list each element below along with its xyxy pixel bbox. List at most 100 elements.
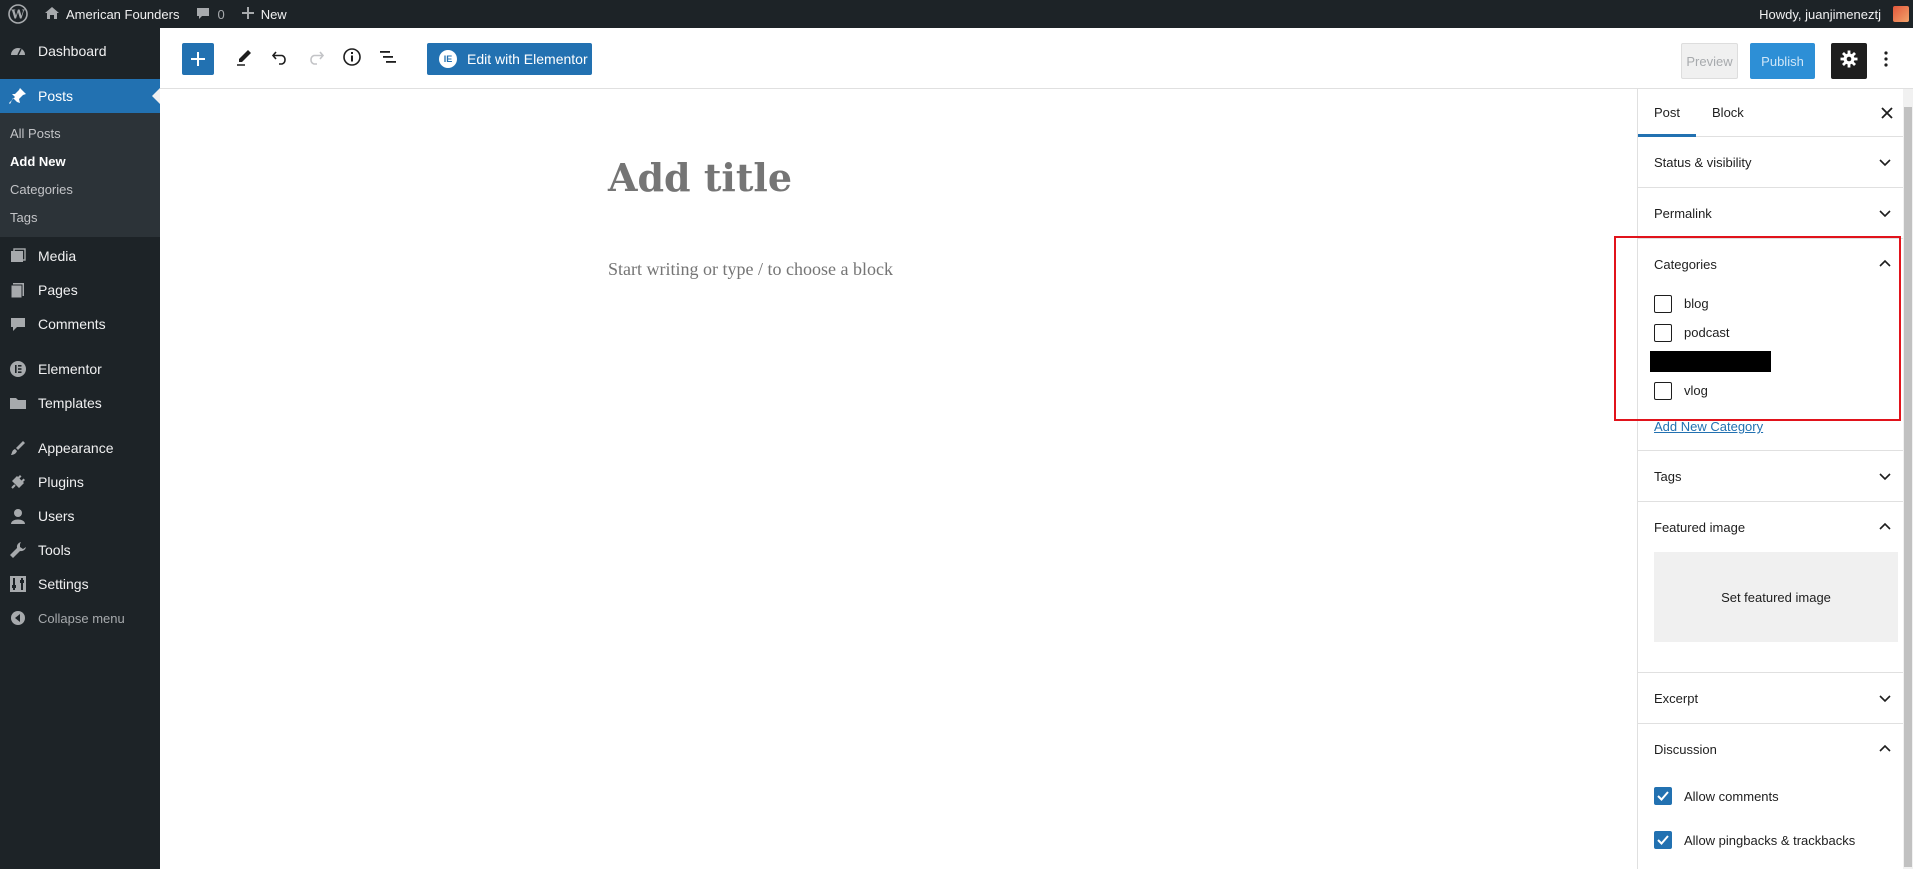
- list-view-button[interactable]: [373, 44, 403, 74]
- folder-icon: [8, 393, 28, 413]
- comments-link[interactable]: 0: [187, 0, 232, 28]
- panel-excerpt[interactable]: Excerpt: [1638, 673, 1913, 724]
- panel-tags[interactable]: Tags: [1638, 451, 1913, 502]
- category-checkbox-podcast[interactable]: [1654, 323, 1672, 342]
- category-item-vlog[interactable]: vlog: [1654, 376, 1897, 405]
- checkmark-icon: [1657, 835, 1669, 845]
- redo-button[interactable]: [301, 44, 331, 74]
- menu-label-templates: Templates: [38, 395, 102, 411]
- chevron-down-icon: [1879, 473, 1891, 481]
- submenu-tags[interactable]: Tags: [0, 203, 160, 231]
- categories-panel-toggle[interactable]: Categories: [1638, 239, 1913, 289]
- comments-icon: [8, 314, 28, 334]
- scrollbar-thumb[interactable]: [1904, 107, 1912, 867]
- menu-item-templates[interactable]: Templates: [0, 386, 160, 420]
- panel-title-excerpt: Excerpt: [1654, 690, 1699, 706]
- add-new-category-link[interactable]: Add New Category: [1654, 419, 1763, 434]
- close-icon[interactable]: [1881, 103, 1893, 124]
- edit-with-elementor-label: Edit with Elementor: [467, 51, 588, 67]
- redacted-category-item: [1650, 351, 1771, 372]
- sidebar-scrollbar[interactable]: [1903, 89, 1913, 869]
- new-content-link[interactable]: New: [233, 0, 295, 28]
- menu-label-plugins: Plugins: [38, 474, 84, 490]
- discussion-panel-toggle[interactable]: Discussion: [1638, 724, 1913, 774]
- menu-item-appearance[interactable]: Appearance: [0, 431, 160, 465]
- plus-icon: [241, 6, 255, 23]
- add-block-button[interactable]: [182, 43, 214, 75]
- set-featured-image-button[interactable]: Set featured image: [1654, 552, 1898, 642]
- chevron-down-icon: [1879, 210, 1891, 218]
- allow-comments-checkbox[interactable]: [1654, 787, 1672, 805]
- menu-label-pages: Pages: [38, 282, 78, 298]
- post-title-input[interactable]: Add title: [608, 155, 792, 200]
- menu-label-comments: Comments: [38, 316, 106, 332]
- submenu-categories[interactable]: Categories: [0, 175, 160, 203]
- settings-sidebar: Post Block Status & visibility Permalink…: [1637, 89, 1913, 869]
- submenu-all-posts[interactable]: All Posts: [0, 119, 160, 147]
- checkmark-icon: [1657, 791, 1669, 801]
- submenu-add-new[interactable]: Add New: [0, 147, 160, 175]
- undo-button[interactable]: [265, 44, 295, 74]
- redo-icon: [307, 48, 325, 71]
- list-view-icon: [378, 47, 398, 72]
- menu-label-dashboard: Dashboard: [38, 43, 107, 59]
- menu-label-posts: Posts: [38, 88, 74, 104]
- my-account-link[interactable]: Howdy, juanjimeneztj: [1751, 0, 1913, 28]
- allow-comments-option[interactable]: Allow comments: [1654, 774, 1897, 818]
- dashboard-gauge-icon: [8, 41, 28, 61]
- site-name-link[interactable]: American Founders: [36, 0, 187, 28]
- edit-tool-button[interactable]: [229, 44, 259, 74]
- menu-item-media[interactable]: Media: [0, 239, 160, 273]
- featured-image-panel-toggle[interactable]: Featured image: [1638, 502, 1913, 552]
- svg-text:W: W: [10, 8, 25, 22]
- block-appender[interactable]: Start writing or type / to choose a bloc…: [608, 259, 893, 280]
- category-checkbox-vlog[interactable]: [1654, 381, 1672, 400]
- admin-bar: W American Founders 0 New Howdy, juanjim…: [0, 0, 1913, 28]
- edit-with-elementor-button[interactable]: IE Edit with Elementor: [427, 43, 592, 75]
- panel-title-categories: Categories: [1654, 256, 1717, 272]
- settings-toggle-button[interactable]: [1831, 43, 1867, 79]
- menu-item-dashboard[interactable]: Dashboard: [0, 34, 160, 68]
- pushpin-icon: [8, 86, 28, 106]
- collapse-menu-button[interactable]: Collapse menu: [0, 601, 160, 635]
- comment-bubble-icon: [195, 5, 211, 24]
- comments-count: 0: [217, 6, 225, 22]
- menu-label-appearance: Appearance: [38, 440, 114, 456]
- menu-item-comments[interactable]: Comments: [0, 307, 160, 341]
- menu-label-tools: Tools: [38, 542, 71, 558]
- user-icon: [8, 506, 28, 526]
- posts-submenu: All Posts Add New Categories Tags: [0, 113, 160, 237]
- menu-item-plugins[interactable]: Plugins: [0, 465, 160, 499]
- preview-button[interactable]: Preview: [1681, 43, 1738, 79]
- panel-title-featured-image: Featured image: [1654, 519, 1746, 535]
- more-options-button[interactable]: [1871, 43, 1901, 79]
- panel-status-visibility[interactable]: Status & visibility: [1638, 137, 1913, 188]
- menu-item-pages[interactable]: Pages: [0, 273, 160, 307]
- allow-pingbacks-option[interactable]: Allow pingbacks & trackbacks: [1654, 818, 1897, 862]
- menu-item-tools[interactable]: Tools: [0, 533, 160, 567]
- menu-item-users[interactable]: Users: [0, 499, 160, 533]
- allow-pingbacks-checkbox[interactable]: [1654, 831, 1672, 849]
- wrench-icon: [8, 540, 28, 560]
- sidebar-tabs: Post Block: [1638, 89, 1913, 137]
- tab-block[interactable]: Block: [1696, 89, 1760, 137]
- allow-pingbacks-label: Allow pingbacks & trackbacks: [1684, 832, 1856, 848]
- chevron-up-icon: [1879, 744, 1891, 752]
- panel-title-tags: Tags: [1654, 468, 1682, 484]
- panel-permalink[interactable]: Permalink: [1638, 188, 1913, 239]
- details-button[interactable]: [337, 44, 367, 74]
- category-checkbox-blog[interactable]: [1654, 294, 1672, 313]
- tab-post[interactable]: Post: [1638, 89, 1696, 137]
- menu-item-elementor[interactable]: Elementor: [0, 352, 160, 386]
- wordpress-logo-icon[interactable]: W: [0, 0, 36, 28]
- home-icon: [44, 5, 60, 24]
- menu-item-posts[interactable]: Posts: [0, 79, 160, 113]
- editor-header-toolbar: IE Edit with Elementor Preview Publish: [160, 28, 1913, 89]
- category-item-podcast[interactable]: podcast: [1654, 318, 1897, 347]
- undo-icon: [271, 48, 289, 71]
- publish-button[interactable]: Publish: [1750, 43, 1815, 79]
- category-item-blog[interactable]: blog: [1654, 289, 1897, 318]
- menu-label-settings: Settings: [38, 576, 89, 592]
- menu-item-settings[interactable]: Settings: [0, 567, 160, 601]
- panel-discussion: Discussion Allow comments Allow pingback…: [1638, 724, 1913, 869]
